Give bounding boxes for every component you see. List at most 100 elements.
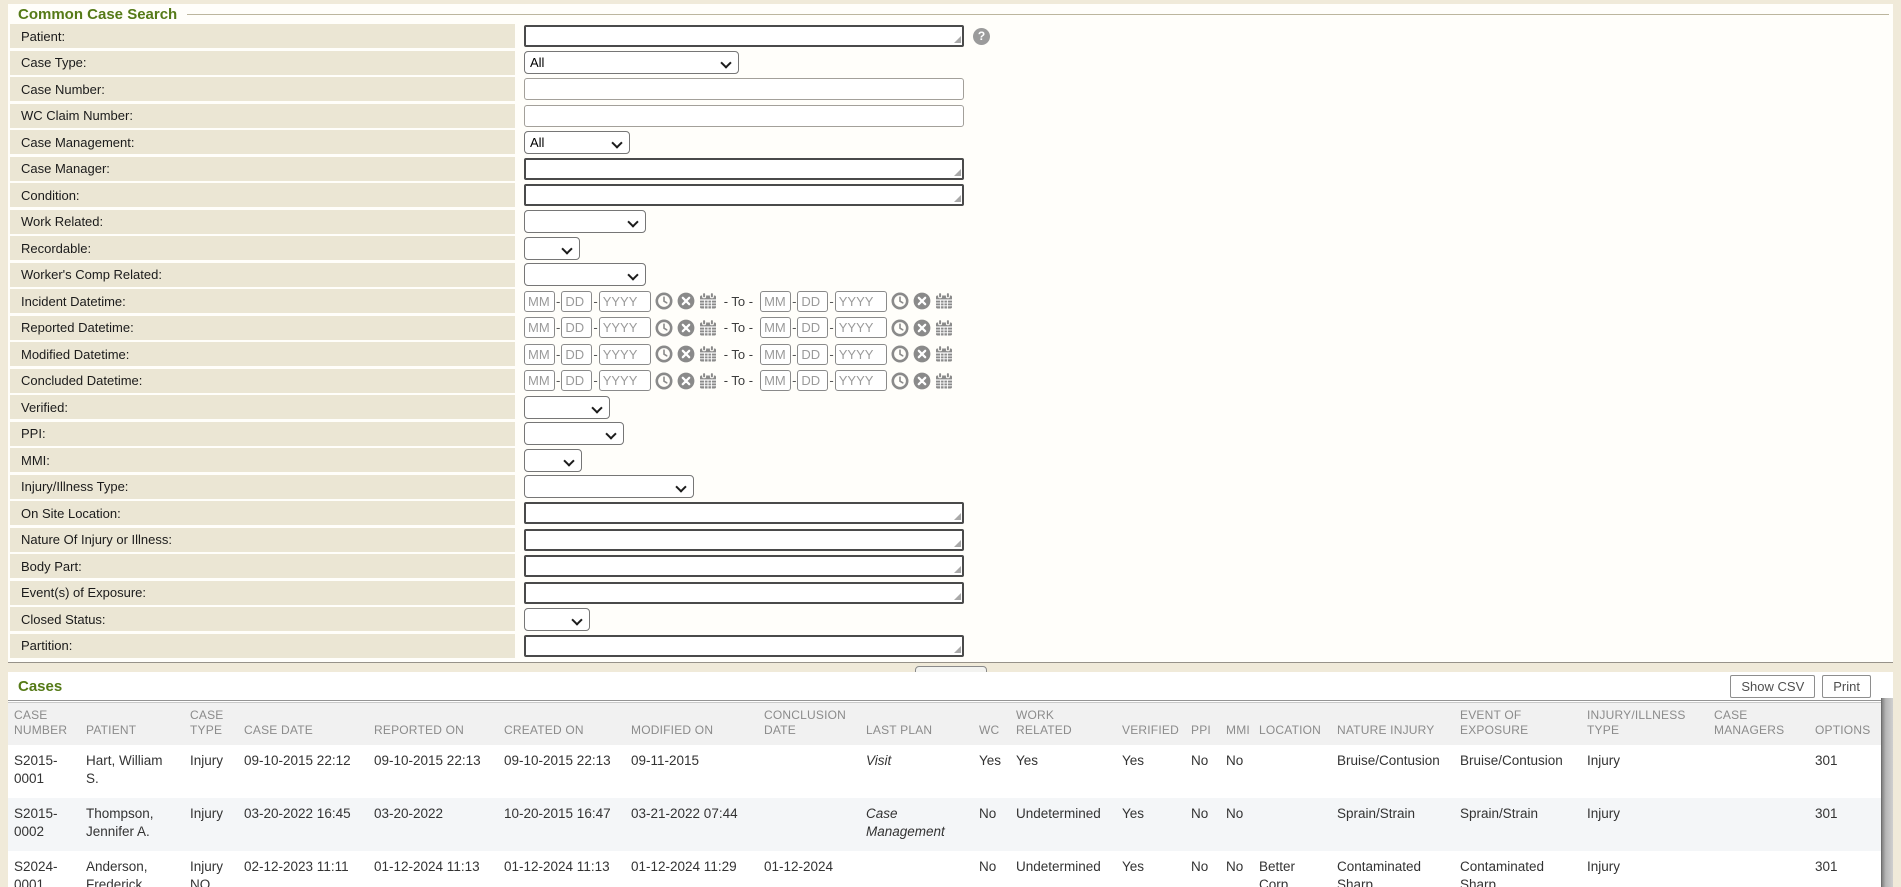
- verified-select[interactable]: [524, 396, 610, 419]
- cell-options[interactable]: 301: [1803, 851, 1881, 887]
- calendar-icon[interactable]: [935, 319, 953, 337]
- common-case-search-panel: Common Case Search Patient: ? Case Type:…: [8, 4, 1893, 663]
- cell-mmi: No: [1220, 851, 1253, 887]
- form-row-case-number: Case Number:: [10, 77, 1893, 101]
- day-input[interactable]: [561, 291, 592, 312]
- year-input[interactable]: [599, 370, 651, 391]
- month-input[interactable]: [524, 370, 555, 391]
- cell-case-type: Injury: [184, 798, 238, 851]
- clock-icon[interactable]: [891, 372, 909, 390]
- cell-options[interactable]: 301: [1803, 798, 1881, 851]
- events-of-exposure-label: Event(s) of Exposure:: [10, 581, 515, 605]
- clear-icon[interactable]: [913, 292, 931, 310]
- clear-icon[interactable]: [913, 372, 931, 390]
- clock-icon[interactable]: [891, 319, 909, 337]
- cell-last-plan: Visit: [860, 745, 973, 798]
- form-row-incident-datetime: Incident Datetime: - - - To - - -: [10, 289, 1893, 313]
- day-input[interactable]: [797, 317, 828, 338]
- day-input[interactable]: [561, 370, 592, 391]
- month-input[interactable]: [760, 370, 791, 391]
- year-input[interactable]: [835, 317, 887, 338]
- vertical-scrollbar[interactable]: [1881, 698, 1893, 887]
- patient-input[interactable]: [524, 25, 964, 47]
- closed-status-select[interactable]: [524, 608, 590, 631]
- clear-icon[interactable]: [677, 292, 695, 310]
- clock-icon[interactable]: [655, 345, 673, 363]
- day-input[interactable]: [797, 291, 828, 312]
- form-row-partition: Partition:: [10, 634, 1893, 658]
- patient-input-wrap: [524, 25, 964, 47]
- partition-label: Partition:: [10, 634, 515, 658]
- year-input[interactable]: [599, 317, 651, 338]
- calendar-icon[interactable]: [935, 345, 953, 363]
- clock-icon[interactable]: [891, 292, 909, 310]
- cell-conclusion-date: [758, 798, 860, 851]
- form-legend: Common Case Search: [8, 4, 1893, 24]
- clear-icon[interactable]: [677, 345, 695, 363]
- events-of-exposure-input[interactable]: [524, 582, 964, 604]
- recordable-select[interactable]: [524, 237, 580, 260]
- form-row-recordable: Recordable:: [10, 236, 1893, 260]
- cell-wc: No: [973, 851, 1010, 887]
- clock-icon[interactable]: [891, 345, 909, 363]
- clock-icon[interactable]: [655, 292, 673, 310]
- form-row-workers-comp-related: Worker's Comp Related:: [10, 263, 1893, 287]
- body-part-input[interactable]: [524, 555, 964, 577]
- year-input[interactable]: [835, 370, 887, 391]
- year-input[interactable]: [835, 291, 887, 312]
- wc-claim-number-input[interactable]: [524, 105, 964, 127]
- month-input[interactable]: [760, 317, 791, 338]
- calendar-icon[interactable]: [699, 372, 717, 390]
- case-type-select[interactable]: All: [524, 51, 739, 74]
- help-icon[interactable]: ?: [973, 28, 990, 45]
- month-input[interactable]: [524, 344, 555, 365]
- cases-title: Cases: [18, 678, 62, 695]
- workers-comp-related-select[interactable]: [524, 263, 646, 286]
- case-number-input[interactable]: [524, 78, 964, 100]
- mmi-select[interactable]: [524, 449, 582, 472]
- month-input[interactable]: [524, 317, 555, 338]
- clear-icon[interactable]: [677, 319, 695, 337]
- year-input[interactable]: [835, 344, 887, 365]
- cell-case-type: Injury NO: [184, 851, 238, 887]
- day-input[interactable]: [561, 344, 592, 365]
- case-manager-input[interactable]: [524, 158, 964, 180]
- form-row-events-of-exposure: Event(s) of Exposure:: [10, 581, 1893, 605]
- day-input[interactable]: [797, 370, 828, 391]
- clear-icon[interactable]: [913, 345, 931, 363]
- clear-icon[interactable]: [677, 372, 695, 390]
- print-button[interactable]: Print: [1822, 675, 1871, 698]
- calendar-icon[interactable]: [699, 292, 717, 310]
- month-input[interactable]: [760, 291, 791, 312]
- calendar-icon[interactable]: [935, 292, 953, 310]
- partition-input[interactable]: [524, 635, 964, 657]
- case-management-select[interactable]: All: [524, 131, 630, 154]
- date-dash: -: [829, 320, 833, 335]
- month-input[interactable]: [760, 344, 791, 365]
- day-input[interactable]: [561, 317, 592, 338]
- calendar-icon[interactable]: [935, 372, 953, 390]
- month-input[interactable]: [524, 291, 555, 312]
- day-input[interactable]: [797, 344, 828, 365]
- injury-illness-type-select[interactable]: [524, 475, 694, 498]
- on-site-location-input[interactable]: [524, 502, 964, 524]
- calendar-icon[interactable]: [699, 345, 717, 363]
- col-mmi: MMI: [1220, 703, 1253, 746]
- clock-icon[interactable]: [655, 319, 673, 337]
- clear-icon[interactable]: [913, 319, 931, 337]
- cell-case-managers: [1708, 851, 1803, 887]
- year-input[interactable]: [599, 344, 651, 365]
- clock-icon[interactable]: [655, 372, 673, 390]
- ppi-select[interactable]: [524, 422, 624, 445]
- work-related-select[interactable]: [524, 210, 646, 233]
- table-row: S2015-0001 Hart, William S. Injury 09-10…: [8, 745, 1881, 798]
- year-input[interactable]: [599, 291, 651, 312]
- condition-input[interactable]: [524, 184, 964, 206]
- cell-options[interactable]: 301: [1803, 745, 1881, 798]
- calendar-icon[interactable]: [699, 319, 717, 337]
- nature-of-injury-input[interactable]: [524, 529, 964, 551]
- show-csv-button[interactable]: Show CSV: [1730, 675, 1815, 698]
- cell-location: Better Corp: [1253, 851, 1331, 887]
- nature-of-injury-input-wrap: [524, 529, 964, 551]
- concluded-datetime-range: - - - To - - -: [524, 370, 953, 391]
